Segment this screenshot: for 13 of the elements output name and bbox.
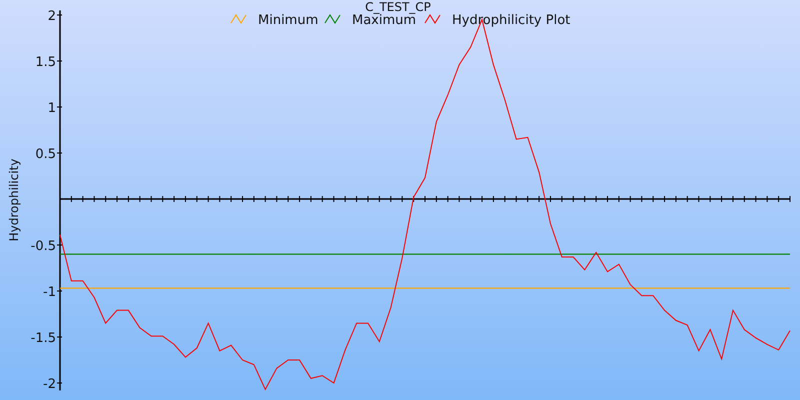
tick-label: 0.5 [35,147,56,162]
tick-label: 2 [48,9,56,24]
tick-label: 1 [48,101,56,116]
chart-title: C_TEST_CP [365,0,431,14]
tick-label: -2 [43,377,56,392]
tick-label: -1 [43,285,56,300]
tick-label: 1.5 [35,55,56,70]
legend-label: Hydrophilicity Plot [452,13,570,28]
legend-label: Maximum [352,13,416,28]
tick-label: -0.5 [30,239,56,254]
legend-label: Minimum [258,13,318,28]
tick-label: -1.5 [30,331,56,346]
axis-label: Hydrophilicity [7,158,21,242]
